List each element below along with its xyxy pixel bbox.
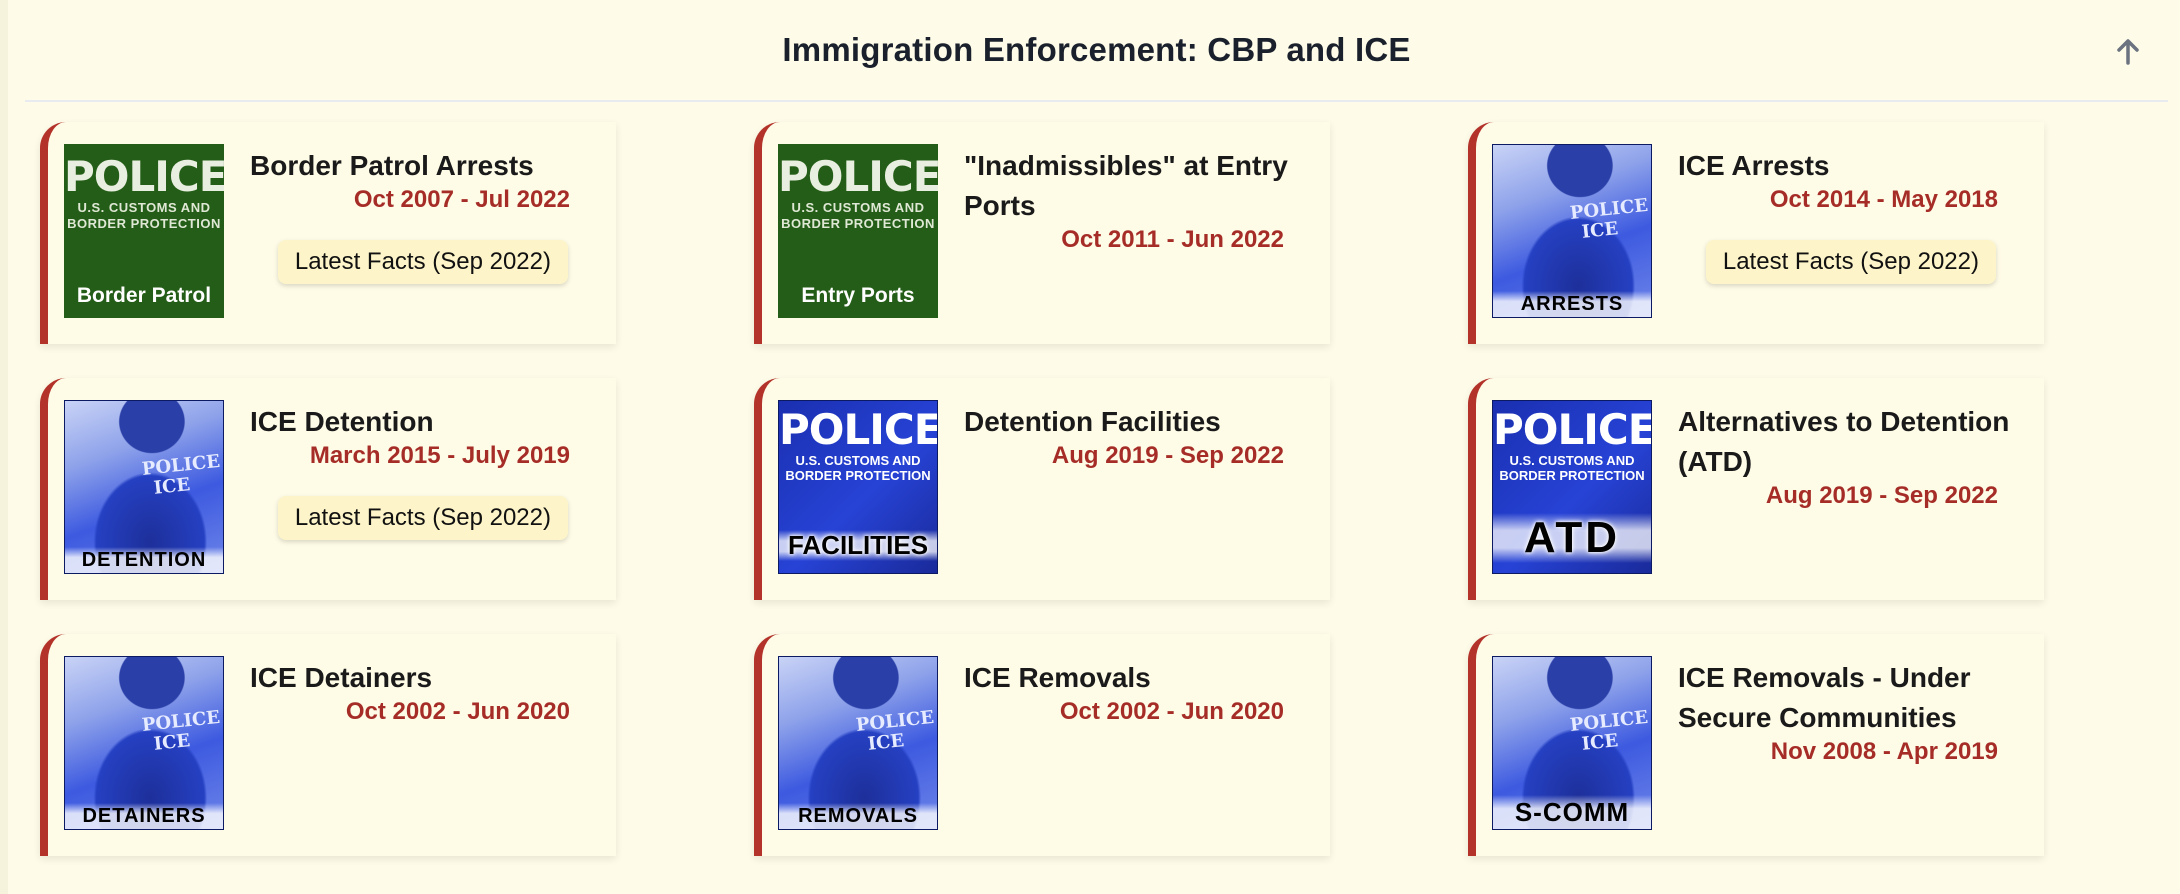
latest-facts-button[interactable]: Latest Facts (Sep 2022) [1705, 240, 1996, 284]
scroll-to-top-button[interactable] [2110, 30, 2146, 74]
card-date-range: Aug 2019 - Sep 2022 [1051, 442, 1284, 469]
report-card[interactable]: POLICE U.S. CUSTOMS AND BORDER PROTECTIO… [1468, 378, 2044, 600]
card-title-link[interactable]: ICE Detention [250, 402, 590, 442]
thumbnail-label: ATD [1493, 513, 1651, 563]
thumbnail-subtext: U.S. CUSTOMS AND [795, 453, 921, 468]
card-date-range: Oct 2002 - Jun 2020 [345, 698, 570, 725]
card-thumbnail: POLICE U.S. CUSTOMS AND BORDER PROTECTIO… [1492, 400, 1652, 574]
report-card[interactable]: POLICE ICE DETENTION ICE Detention March… [40, 378, 616, 600]
card-date-range: Aug 2019 - Sep 2022 [1765, 482, 1998, 509]
card-thumbnail: POLICE U.S. CUSTOMS AND BORDER PROTECTIO… [778, 400, 938, 574]
card-date-range: Nov 2008 - Apr 2019 [1770, 738, 1998, 765]
thumbnail-label: DETAINERS [65, 803, 223, 829]
thumbnail-label: FACILITIES [779, 530, 937, 561]
thumbnail-label: Border Patrol [76, 284, 212, 307]
thumbnail-label: S-COMM [1493, 795, 1651, 829]
thumbnail-subtext: BORDER PROTECTION [785, 468, 931, 483]
thumbnail-subtext: BORDER PROTECTION [67, 216, 221, 231]
card-thumbnail: POLICE ICE S-COMM [1492, 656, 1652, 830]
thumbnail-headline: POLICE [1493, 405, 1652, 454]
thumbnail-subtext: U.S. CUSTOMS AND [77, 200, 211, 215]
latest-facts-button[interactable]: Latest Facts (Sep 2022) [277, 496, 568, 540]
report-card[interactable]: POLICE ICE DETAINERS ICE Detainers Oct 2… [40, 634, 616, 856]
card-thumbnail: POLICE U.S. CUSTOMS AND BORDER PROTECTIO… [778, 144, 938, 318]
card-thumbnail: POLICE ICE DETAINERS [64, 656, 224, 830]
thumbnail-subtext: U.S. CUSTOMS AND [1509, 453, 1635, 468]
card-date-range: Oct 2014 - May 2018 [1769, 186, 1998, 213]
thumbnail-label: REMOVALS [779, 803, 937, 829]
report-card[interactable]: POLICE ICE REMOVALS ICE Removals Oct 200… [754, 634, 1330, 856]
thumbnail-subtext: U.S. CUSTOMS AND [791, 200, 925, 215]
thumbnail-label: Entry Ports [801, 284, 915, 307]
thumbnail-subtext: BORDER PROTECTION [781, 216, 935, 231]
card-title-link[interactable]: Border Patrol Arrests [250, 146, 590, 186]
card-title-link[interactable]: ICE Removals - Under Secure Communities [1678, 658, 2018, 738]
card-date-range: Oct 2011 - Jun 2022 [1061, 226, 1284, 253]
thumbnail-headline: POLICE [779, 405, 938, 454]
card-title-link[interactable]: ICE Detainers [250, 658, 590, 698]
card-thumbnail: POLICE ICE DETENTION [64, 400, 224, 574]
report-card[interactable]: POLICE ICE ARRESTS ICE Arrests Oct 2014 … [1468, 122, 2044, 344]
left-edge-strip [0, 0, 8, 894]
card-title-link[interactable]: ICE Arrests [1678, 146, 2018, 186]
card-title-link[interactable]: "Inadmissibles" at Entry Ports [964, 146, 1304, 226]
card-date-range: Oct 2007 - Jul 2022 [353, 186, 570, 213]
card-title-link[interactable]: Detention Facilities [964, 402, 1304, 442]
thumbnail-headline: POLICE [64, 152, 224, 201]
report-card[interactable]: POLICE ICE S-COMM ICE Removals - Under S… [1468, 634, 2044, 856]
thumbnail-headline: POLICE [778, 152, 938, 201]
card-title-link[interactable]: ICE Removals [964, 658, 1304, 698]
report-card[interactable]: POLICE U.S. CUSTOMS AND BORDER PROTECTIO… [754, 122, 1330, 344]
thumbnail-subtext: BORDER PROTECTION [1499, 468, 1645, 483]
card-title-link[interactable]: Alternatives to Detention (ATD) [1678, 402, 2018, 482]
section-header: Immigration Enforcement: CBP and ICE [25, 0, 2168, 102]
report-card[interactable]: POLICE U.S. CUSTOMS AND BORDER PROTECTIO… [40, 122, 616, 344]
card-thumbnail: POLICE ICE REMOVALS [778, 656, 938, 830]
card-date-range: March 2015 - July 2019 [309, 442, 570, 469]
section-title: Immigration Enforcement: CBP and ICE [782, 31, 1411, 68]
report-card[interactable]: POLICE U.S. CUSTOMS AND BORDER PROTECTIO… [754, 378, 1330, 600]
card-date-range: Oct 2002 - Jun 2020 [1059, 698, 1284, 725]
card-thumbnail: POLICE U.S. CUSTOMS AND BORDER PROTECTIO… [64, 144, 224, 318]
arrow-up-icon [2117, 39, 2139, 65]
thumbnail-label: ARRESTS [1493, 291, 1651, 317]
thumbnail-label: DETENTION [65, 547, 223, 573]
card-thumbnail: POLICE ICE ARRESTS [1492, 144, 1652, 318]
latest-facts-button[interactable]: Latest Facts (Sep 2022) [277, 240, 568, 284]
